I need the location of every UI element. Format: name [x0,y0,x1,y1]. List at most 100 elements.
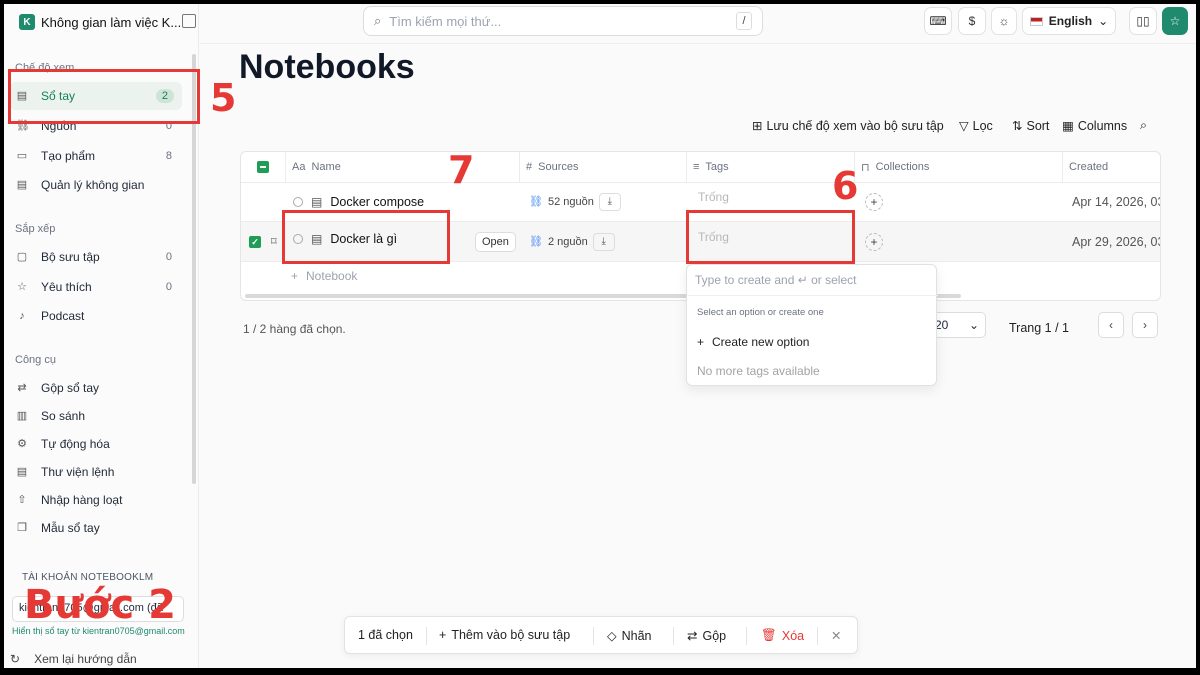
created-cell: Apr 14, 2026, 03 [1072,182,1160,221]
delete-label: Xóa [781,628,805,643]
sort-button[interactable]: ⇅ Sort [1012,118,1049,134]
sidebar-item-automation[interactable]: ⚙ Tự động hóa [10,430,182,458]
chevron-down-icon: ⌄ [1098,14,1109,28]
refresh-icon: ↻ [10,652,21,666]
columns-label: Columns [1077,118,1128,133]
sidebar-item-merge[interactable]: ⇄ Gộp sổ tay [10,374,182,402]
label-button[interactable]: ◇ Nhãn [607,628,652,644]
theme-toggle-icon[interactable]: ☼ [991,7,1017,35]
star-icon: ☆ [17,281,27,293]
close-icon[interactable]: ✕ [831,628,841,643]
save-view-button[interactable]: ⊞ Lưu chế độ xem vào bộ sưu tập [752,118,944,134]
divider [687,295,938,296]
search-icon: ⌕ [374,13,382,28]
sidebar-item-favorites[interactable]: ☆ Yêu thích 0 [10,273,182,301]
billing-icon[interactable]: $ [958,7,986,35]
sidebar-toggle-icon[interactable] [182,14,196,28]
sources-count: 2 nguồn [547,235,588,248]
column-header-tags[interactable]: ≡ Tags [687,152,855,182]
list-type-icon: ≡ [693,161,700,173]
book-icon[interactable]: ▯▯ [1129,7,1157,35]
download-icon[interactable]: ⤓ [598,192,621,211]
create-option-button[interactable]: + Create new option [697,335,809,349]
sidebar-item-podcast[interactable]: ♪ Podcast [10,302,182,330]
sidebar-item-bulk-import[interactable]: ⇧ Nhập hàng loạt [10,486,182,514]
annotation-number-7: 7 [448,148,475,192]
header-select-all[interactable] [241,152,286,182]
text-type-icon: Aa [292,161,306,173]
tag-dropdown: Type to create and ↵ or select Select an… [686,264,938,386]
sources-cell: ⛓ 52 nguồn ⤓ [529,182,621,221]
annotation-number-6: 6 [832,164,859,208]
column-header-sources[interactable]: # Sources [520,152,687,182]
divider [673,627,674,645]
column-header-created[interactable]: Created [1063,152,1160,182]
upload-icon: ⇧ [17,494,27,506]
workspace-switcher[interactable]: K Không gian làm việc K... [19,14,196,30]
link-icon: ⛓ [529,236,543,248]
section-title-sort: Sắp xếp [15,223,56,235]
guide-label: Xem lại hướng dẫn [34,652,137,666]
copy-icon: ❐ [17,522,27,534]
sidebar-item-prompt-library[interactable]: ▤ Thư viện lệnh [10,458,182,486]
sidebar-item-label: Mẫu sổ tay [41,521,100,535]
column-header-name[interactable]: Aa Name [286,152,520,182]
select-all-checkbox[interactable] [257,161,269,173]
sidebar-item-templates[interactable]: ❐ Mẫu sổ tay [10,514,182,542]
folder-icon: ▢ [16,251,28,263]
column-label: Tags [705,161,729,173]
save-view-label: Lưu chế độ xem vào bộ sưu tập [766,118,944,133]
open-button[interactable]: Open [475,231,516,252]
columns-button[interactable]: ▦ Columns [1062,118,1128,134]
sidebar-item-space-management[interactable]: ▤ Quản lý không gian [10,171,182,199]
add-collection-icon[interactable]: + [865,192,883,211]
selection-count: 1 / 2 hàng đã chọn. [243,322,346,336]
annotation-step-label: Bước 2 [24,582,176,628]
new-notebook-row[interactable]: + Notebook [291,262,357,290]
collections-cell: + [865,182,883,221]
sidebar-item-collections[interactable]: ▢ Bộ sưu tập 0 [10,243,182,271]
plus-icon: + [439,628,447,642]
sidebar-item-label: Bộ sưu tập [41,250,100,264]
notebook-name[interactable]: Docker compose [330,195,424,209]
annotation-box-7 [282,210,450,264]
bookmark-icon[interactable]: ⌑ [271,235,277,248]
prev-page-button[interactable]: ‹ [1098,312,1124,338]
column-header-collections[interactable]: ⊓ Collections [855,152,1063,182]
sources-pill[interactable]: ⛓ 2 nguồn ⤓ [529,232,615,251]
search-input[interactable]: ⌕ Tìm kiếm mọi thứ... / [363,6,763,36]
next-page-button[interactable]: › [1132,312,1158,338]
add-collection-icon[interactable]: + [865,232,883,251]
link-icon: ⛓ [529,196,543,208]
star-action-icon[interactable]: ☆ [1162,7,1188,35]
status-radio[interactable] [293,196,303,207]
column-label: Created [1069,161,1109,173]
search-shortcut: / [736,12,752,30]
created-cell: Apr 29, 2026, 03 [1072,222,1160,261]
add-to-collection-button[interactable]: + Thêm vào bộ sưu tập [439,628,570,642]
tag-input[interactable]: Type to create and ↵ or select [695,273,856,287]
guide-link[interactable]: ↻ Xem lại hướng dẫn [10,652,137,666]
language-select[interactable]: English ⌄ [1022,7,1116,35]
sources-pill[interactable]: ⛓ 52 nguồn ⤓ [529,192,621,211]
columns-icon: ▦ [1062,119,1074,133]
sidebar-item-artifacts[interactable]: ▭ Tạo phẩm 8 [10,142,182,170]
document-icon: ▤ [311,194,323,209]
open-cell: Open [475,222,516,261]
download-icon[interactable]: ⤓ [592,232,615,251]
merge-label: Gộp [702,628,727,643]
tags-cell[interactable]: Trống [698,182,729,212]
mic-icon: ♪ [19,310,25,322]
sidebar-item-label: Tự động hóa [41,437,110,451]
sources-cell: ⛓ 2 nguồn ⤓ [529,222,615,261]
filter-icon: ▽ [959,119,969,133]
merge-button[interactable]: ⇄ Gộp [687,628,727,644]
sidebar-item-label: Tạo phẩm [41,149,96,163]
section-title-tools: Công cụ [15,354,56,366]
table-search-icon[interactable]: ⌕ [1140,118,1147,133]
row-checkbox[interactable]: ✓ [249,235,261,248]
delete-button[interactable]: 🗑 Xóa [761,628,804,643]
keyboard-icon[interactable]: ⌨ [924,7,952,35]
sidebar-item-compare[interactable]: ▥ So sánh [10,402,182,430]
filter-button[interactable]: ▽ Lọc [959,118,993,134]
